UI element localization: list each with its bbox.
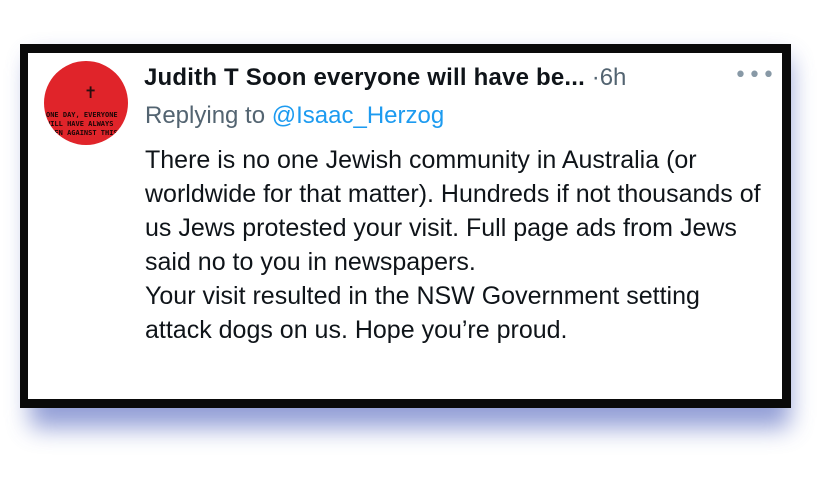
replying-to-label: Replying to — [145, 102, 266, 129]
timestamp[interactable]: 6h — [600, 64, 627, 91]
tweet-card[interactable]: ✝ ONE DAY, EVERYONE WILL HAVE ALWAYS BEE… — [28, 53, 782, 399]
avatar-caption-line: ONE DAY, EVERYONE — [46, 111, 118, 119]
replying-to-handle[interactable]: @Isaac_Herzog — [272, 102, 444, 129]
author-name[interactable]: Judith T Soon everyone will have be... — [144, 64, 585, 91]
avatar-caption-line: BEEN AGAINST THIS — [46, 129, 118, 137]
avatar[interactable]: ✝ ONE DAY, EVERYONE WILL HAVE ALWAYS BEE… — [44, 61, 128, 145]
avatar-caption-line: WILL HAVE ALWAYS — [46, 120, 114, 128]
screenshot-frame: ✝ ONE DAY, EVERYONE WILL HAVE ALWAYS BEE… — [20, 44, 791, 408]
tweet-text: There is no one Jewish community in Aust… — [145, 143, 770, 347]
replying-to: Replying to @Isaac_Herzog — [145, 102, 444, 130]
tweet-paragraph: Your visit resulted in the NSW Governmen… — [145, 282, 700, 344]
screenshot-stage: ✝ ONE DAY, EVERYONE WILL HAVE ALWAYS BEE… — [0, 0, 822, 487]
avatar-caption: ONE DAY, EVERYONE WILL HAVE ALWAYS BEEN … — [46, 111, 126, 138]
more-options-icon[interactable]: ••• — [734, 63, 776, 88]
header-separator: · — [591, 64, 600, 91]
figure-icon: ✝ — [84, 83, 98, 102]
tweet-header: Judith T Soon everyone will have be... ·… — [144, 64, 626, 92]
tweet-paragraph: There is no one Jewish community in Aust… — [145, 146, 761, 276]
